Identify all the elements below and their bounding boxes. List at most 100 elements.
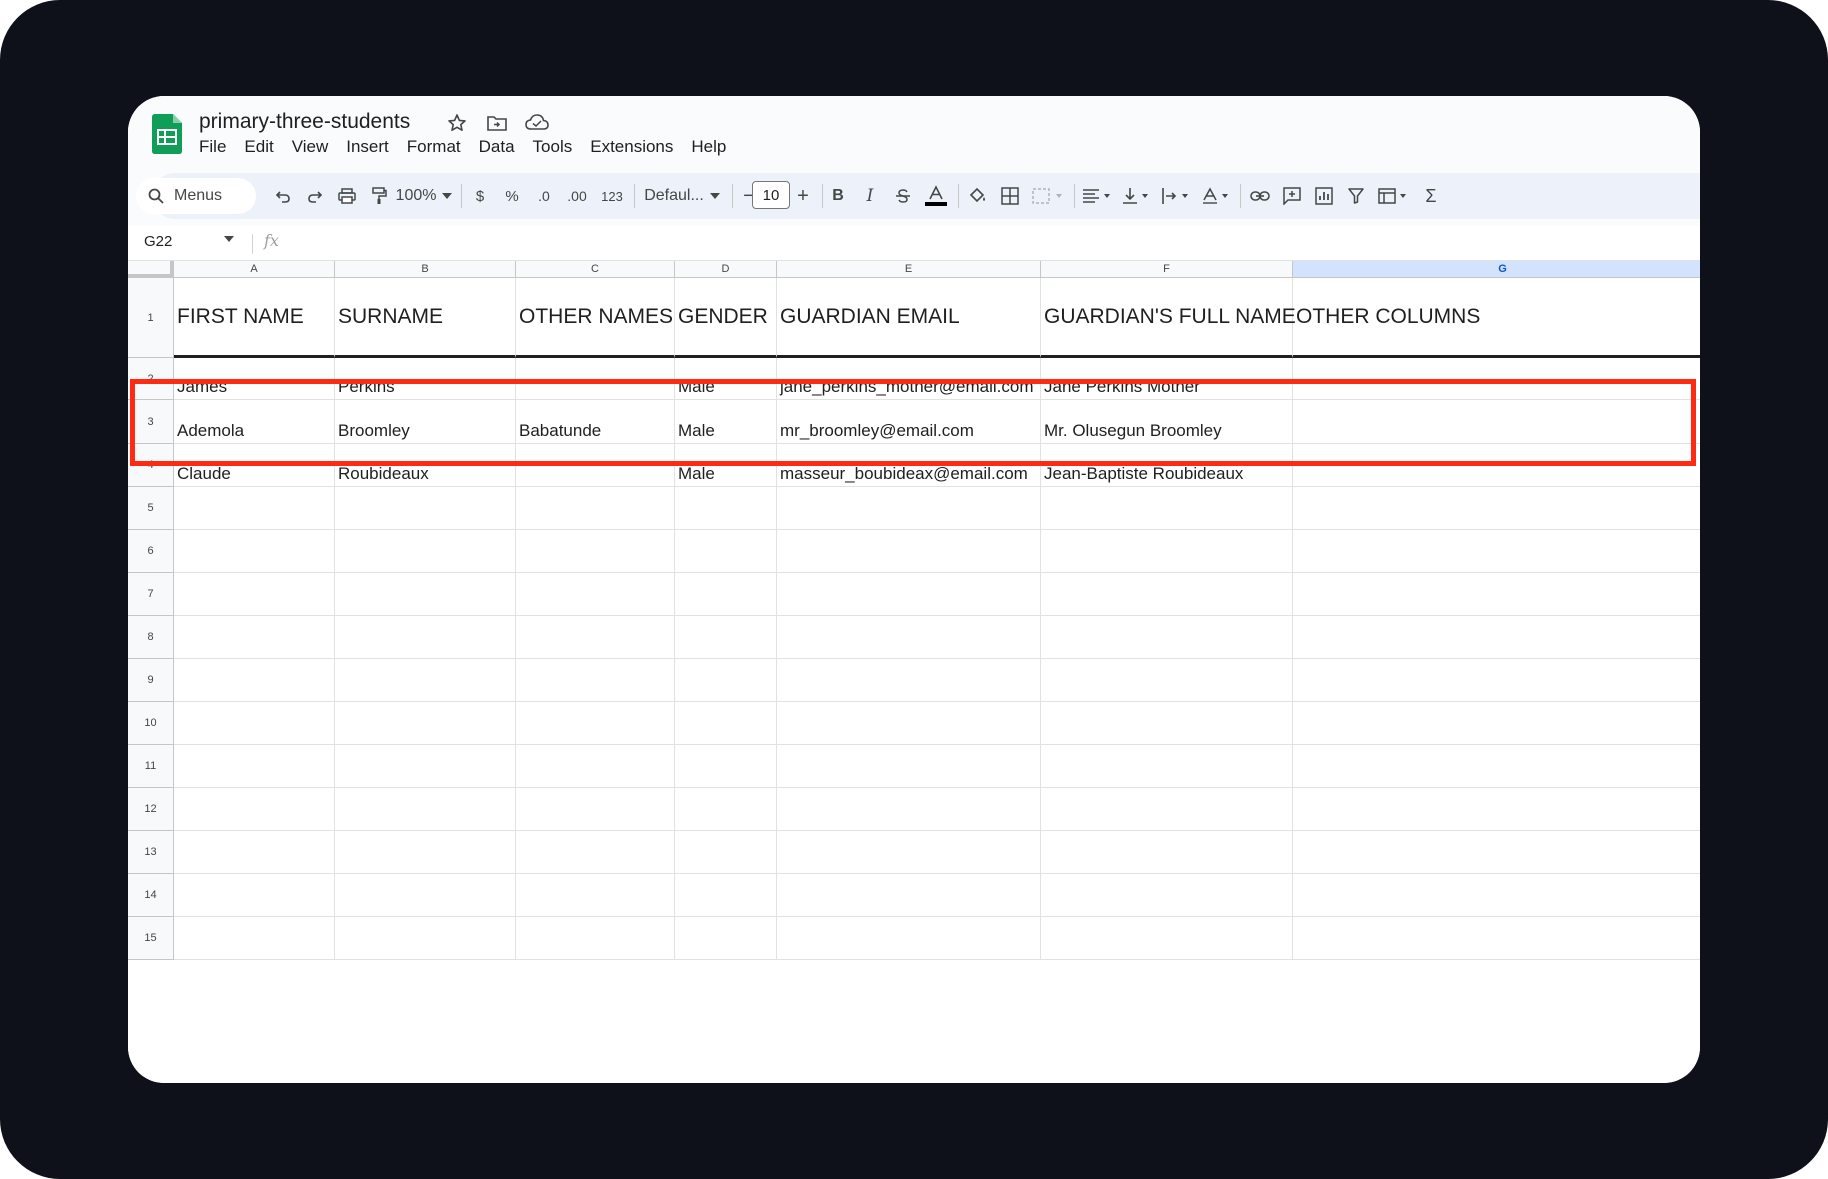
menu-data[interactable]: Data — [479, 137, 515, 157]
font-select[interactable]: Defaul... — [642, 173, 706, 219]
grid-cell[interactable] — [335, 487, 516, 530]
grid-cell[interactable]: jane_perkins_mother@email.com — [777, 358, 1041, 400]
row-header-11[interactable]: 11 — [128, 745, 174, 788]
grid-cell[interactable]: Claude — [174, 444, 335, 487]
move-to-folder-icon[interactable] — [484, 110, 510, 136]
paint-format-icon[interactable] — [364, 173, 394, 219]
percent-button[interactable]: % — [500, 173, 524, 219]
grid-cell[interactable]: Roubideaux — [335, 444, 516, 487]
grid-cell[interactable] — [675, 917, 777, 960]
font-caret-icon[interactable] — [708, 173, 722, 219]
grid-cell[interactable] — [516, 788, 675, 831]
grid-cell[interactable] — [516, 917, 675, 960]
menu-edit[interactable]: Edit — [244, 137, 273, 157]
column-header-c[interactable]: C — [516, 261, 675, 278]
borders-icon[interactable] — [996, 173, 1024, 219]
grid-cell[interactable] — [174, 573, 335, 616]
star-icon[interactable] — [444, 110, 470, 136]
menu-tools[interactable]: Tools — [533, 137, 573, 157]
row-header-9[interactable]: 9 — [128, 659, 174, 702]
grid-cell[interactable] — [1041, 745, 1293, 788]
grid-cell[interactable] — [174, 659, 335, 702]
strikethrough-icon[interactable] — [890, 173, 916, 219]
vertical-align-icon[interactable] — [1118, 173, 1156, 219]
row-header-8[interactable]: 8 — [128, 616, 174, 659]
menu-extensions[interactable]: Extensions — [590, 137, 673, 157]
grid-cell[interactable] — [1041, 831, 1293, 874]
grid-cell[interactable]: mr_broomley@email.com — [777, 400, 1041, 444]
undo-icon[interactable] — [268, 173, 298, 219]
grid-cell[interactable] — [675, 702, 777, 745]
grid-cell[interactable] — [174, 788, 335, 831]
merge-cells-icon[interactable] — [1028, 173, 1068, 219]
row-header-7[interactable]: 7 — [128, 573, 174, 616]
grid-cell[interactable] — [1041, 487, 1293, 530]
column-header-a[interactable]: A — [174, 261, 335, 278]
grid-cell[interactable] — [777, 616, 1041, 659]
grid-cell[interactable] — [1293, 487, 1700, 530]
grid-cell[interactable] — [675, 573, 777, 616]
row-header-13[interactable]: 13 — [128, 831, 174, 874]
grid-cell[interactable] — [1293, 874, 1700, 917]
grid-cell[interactable] — [1293, 573, 1700, 616]
grid-cell[interactable] — [777, 659, 1041, 702]
grid-cell[interactable] — [1041, 530, 1293, 573]
grid-cell[interactable] — [1041, 874, 1293, 917]
grid-cell[interactable] — [335, 917, 516, 960]
column-header-e[interactable]: E — [777, 261, 1041, 278]
row-header-10[interactable]: 10 — [128, 702, 174, 745]
row-header-5[interactable]: 5 — [128, 487, 174, 530]
filter-views-icon[interactable] — [1374, 173, 1414, 219]
grid-cell[interactable] — [1293, 616, 1700, 659]
row-header-4[interactable]: 4 — [128, 444, 174, 487]
grid-cell[interactable] — [335, 745, 516, 788]
number-format-button[interactable]: 123 — [596, 173, 628, 219]
text-rotation-icon[interactable] — [1198, 173, 1236, 219]
row-header-6[interactable]: 6 — [128, 530, 174, 573]
grid-cell[interactable] — [335, 659, 516, 702]
grid-cell[interactable] — [516, 573, 675, 616]
grid-cell[interactable] — [675, 874, 777, 917]
menu-help[interactable]: Help — [691, 137, 726, 157]
grid-cell[interactable]: Ademola — [174, 400, 335, 444]
grid-cell[interactable] — [675, 831, 777, 874]
text-wrapping-icon[interactable] — [1158, 173, 1196, 219]
grid-cell[interactable]: Babatunde — [516, 400, 675, 444]
cloud-saved-icon[interactable] — [524, 110, 550, 136]
insert-link-icon[interactable] — [1246, 173, 1274, 219]
bold-button[interactable]: B — [826, 173, 850, 219]
grid-cell[interactable] — [335, 702, 516, 745]
row-header-1[interactable]: 1 — [128, 278, 174, 358]
grid-cell[interactable] — [1293, 400, 1700, 444]
insert-comment-icon[interactable] — [1278, 173, 1306, 219]
grid-cell[interactable] — [1041, 788, 1293, 831]
grid-cell[interactable] — [1041, 616, 1293, 659]
grid-cell[interactable] — [516, 358, 675, 400]
grid-cell[interactable] — [675, 745, 777, 788]
grid-cell[interactable] — [516, 444, 675, 487]
header-cell[interactable]: OTHER NAMES — [516, 278, 675, 358]
grid-cell[interactable] — [1293, 659, 1700, 702]
header-cell[interactable]: FIRST NAME — [174, 278, 335, 358]
grid-cell[interactable] — [1041, 573, 1293, 616]
grid-cell[interactable] — [174, 487, 335, 530]
grid-cell[interactable] — [777, 917, 1041, 960]
grid-cell[interactable] — [1293, 745, 1700, 788]
grid-cell[interactable]: Male — [675, 400, 777, 444]
grid-cell[interactable] — [777, 702, 1041, 745]
grid-cell[interactable]: Broomley — [335, 400, 516, 444]
grid-cell[interactable]: Male — [675, 358, 777, 400]
filter-icon[interactable] — [1342, 173, 1370, 219]
document-title[interactable]: primary-three-students — [199, 110, 410, 134]
grid-cell[interactable] — [1041, 917, 1293, 960]
grid-cell[interactable] — [174, 917, 335, 960]
grid-cell[interactable] — [1293, 444, 1700, 487]
grid-cell[interactable] — [516, 702, 675, 745]
select-all-corner[interactable] — [128, 261, 174, 278]
header-cell[interactable]: GENDER — [675, 278, 777, 358]
column-header-f[interactable]: F — [1041, 261, 1293, 278]
insert-chart-icon[interactable] — [1310, 173, 1338, 219]
zoom-select[interactable]: 100% — [396, 173, 437, 219]
column-header-g[interactable]: G — [1293, 261, 1700, 278]
grid-cell[interactable] — [516, 745, 675, 788]
